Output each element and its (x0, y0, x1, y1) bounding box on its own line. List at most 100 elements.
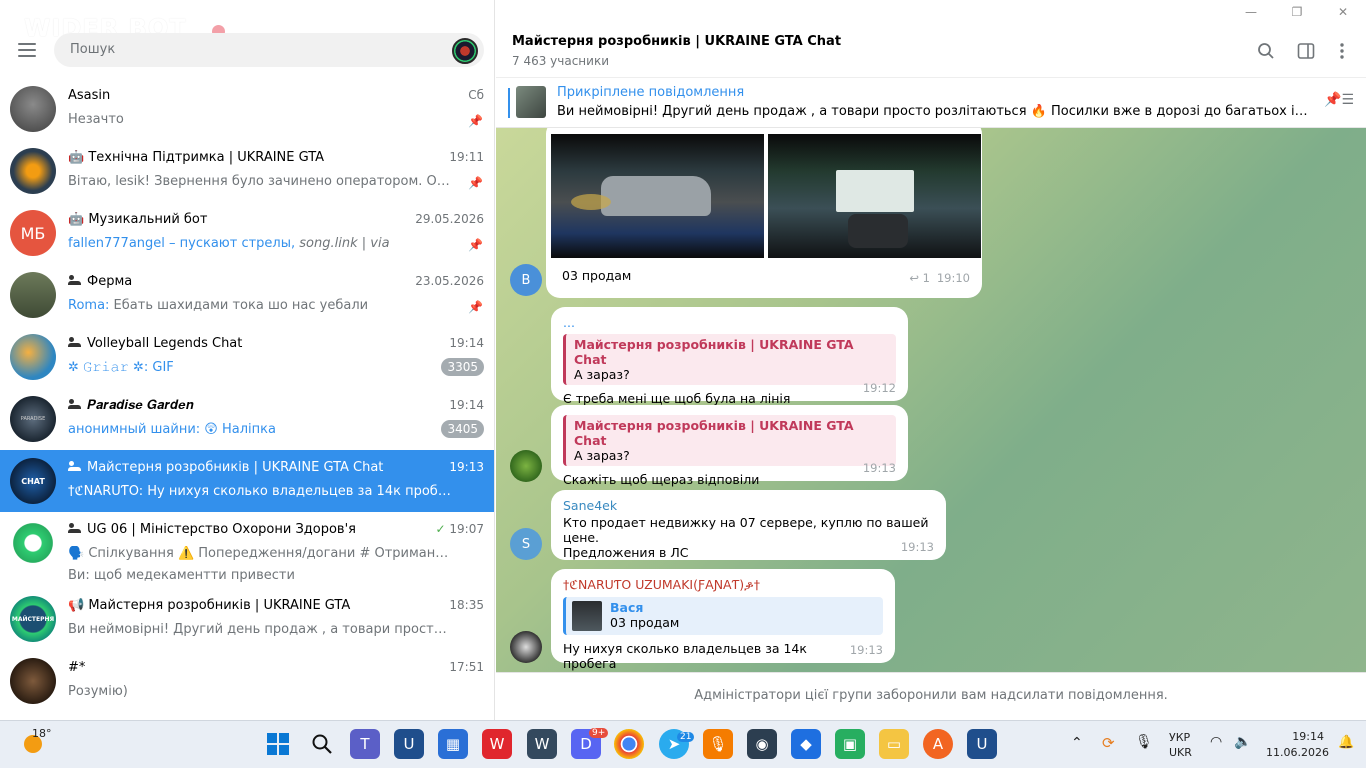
app-icon[interactable]: ▣ (835, 729, 865, 759)
language-indicator[interactable]: УКР UKR (1169, 730, 1192, 760)
avatar[interactable]: S (510, 528, 542, 560)
chat-item[interactable]: МАЙСТЕРНЯ 📢 Майстерня розробників | UKRA… (0, 588, 494, 650)
reply-quote[interactable]: Майстерня розробників | UKRAINE GTA Chat… (563, 334, 896, 385)
weather-temp: 18° (32, 727, 52, 740)
message-photo[interactable] (551, 134, 764, 258)
clock[interactable]: 19:14 11.06.2026 (1266, 729, 1329, 761)
microphone-icon[interactable]: 🎙 (1135, 734, 1153, 750)
message-time: 19:13 (900, 540, 934, 554)
teams-icon[interactable]: T (350, 729, 380, 759)
chat-preview: ✲ 𝙶𝚛𝚒𝚊𝚛 ✲: GIF (68, 360, 174, 375)
sender-name[interactable]: ... (563, 315, 896, 330)
file-explorer-icon[interactable]: ▭ (879, 729, 909, 759)
avatar[interactable] (510, 450, 542, 482)
reply-quote[interactable]: Вася 03 продам (563, 597, 883, 635)
roblox-icon[interactable]: ◆ (791, 729, 821, 759)
chrome-icon[interactable] (614, 729, 644, 759)
message-bubble[interactable]: 03 продам ↩ 1 19:10 (546, 128, 982, 298)
chat-time: 19:11 (449, 150, 484, 164)
search-icon[interactable] (307, 729, 337, 759)
reply-author: Майстерня розробників | UKRAINE GTA Chat (574, 418, 854, 448)
chat-time: 29.05.2026 (415, 212, 484, 226)
minimize-button[interactable]: — (1228, 0, 1274, 24)
avatar[interactable]: В (510, 264, 542, 296)
chat-item[interactable]: #* 17:51 Розумію) (0, 650, 494, 712)
chat-item-active[interactable]: CHAT Майстерня розробників | UKRAINE GTA… (0, 450, 494, 512)
volume-icon[interactable]: 🔈 (1234, 734, 1251, 750)
reply-text: 03 продам (610, 615, 680, 630)
chat-name: #* (68, 660, 86, 675)
chat-item[interactable]: Asasin Сб Незачто 📌 (0, 78, 494, 140)
avatar[interactable] (510, 631, 542, 663)
close-button[interactable]: ✕ (1320, 0, 1366, 24)
message-photo[interactable] (768, 134, 981, 258)
unread-badge: 3305 (441, 358, 484, 376)
menu-icon[interactable] (18, 43, 36, 57)
notification-icon[interactable]: 🔔 (1338, 735, 1354, 750)
avatar (10, 520, 56, 566)
chat-name: Asasin (68, 88, 111, 103)
reply-text: А зараз? (574, 367, 630, 382)
chat-item[interactable]: Ферма 23.05.2026 Roma: Ебать шахидами то… (0, 264, 494, 326)
sync-icon[interactable]: ⟳ (1102, 734, 1115, 752)
avast-icon[interactable]: A (923, 729, 953, 759)
chat-item[interactable]: UG 06 | Міністерство Охорони Здоров'я ✓ … (0, 512, 494, 588)
chat-name: 🤖 Музикальний бот (68, 212, 208, 227)
start-icon[interactable] (263, 729, 293, 759)
search-icon[interactable] (1256, 42, 1276, 62)
sidebar-toggle-icon[interactable] (1296, 42, 1316, 62)
message-text: 03 продам (562, 268, 632, 283)
chat-item[interactable]: МБ 🤖 Музикальний бот 29.05.2026 fallen77… (0, 202, 494, 264)
chat-time: 23.05.2026 (415, 274, 484, 288)
reply-count[interactable]: ↩ 1 (909, 271, 930, 285)
message-time: 19:12 (862, 381, 896, 395)
reply-thumbnail (572, 601, 602, 631)
microphone-app-icon[interactable]: 🎙 (703, 729, 733, 759)
pin-icon: 📌 (468, 300, 483, 314)
message-bubble[interactable]: ... Майстерня розробників | UKRAINE GTA … (551, 307, 908, 406)
wordpad-icon[interactable]: W (527, 729, 557, 759)
story-avatar[interactable] (452, 38, 478, 64)
wps-icon[interactable]: W (482, 729, 512, 759)
reply-author: Майстерня розробників | UKRAINE GTA Chat (574, 337, 854, 367)
chat-preview: Вітаю, lesik! Звернення було зачинено оп… (68, 174, 454, 189)
pinned-thumbnail (516, 86, 546, 118)
search-box[interactable] (54, 33, 484, 67)
message-text: Предложения в ЛС (563, 545, 689, 560)
pinned-title: Прикріплене повідомлення (557, 85, 745, 100)
chat-item[interactable]: PARADISE 𝑷𝒂𝒓𝒂𝒅𝒊𝒔𝒆 𝑮𝒂𝒓𝒅𝒆𝒏 19:14 анонимный… (0, 388, 494, 450)
chat-name: UG 06 | Міністерство Охорони Здоров'я (68, 522, 384, 537)
avatar (10, 658, 56, 704)
chat-header[interactable]: Майстерня розробників | UKRAINE GTA Chat… (496, 24, 1366, 78)
wifi-icon[interactable]: ◠ (1210, 734, 1222, 750)
reply-quote[interactable]: Майстерня розробників | UKRAINE GTA Chat… (563, 415, 896, 466)
message-bubble[interactable]: Майстерня розробників | UKRAINE GTA Chat… (551, 405, 908, 487)
chat-time: Сб (468, 88, 484, 102)
pinned-message-bar[interactable]: Прикріплене повідомлення Ви неймовірні! … (496, 78, 1366, 128)
avatar: МБ (10, 210, 56, 256)
more-options-icon[interactable] (1332, 42, 1352, 62)
maximize-button[interactable]: ❐ (1274, 0, 1320, 24)
message-text: Кто продает недвижку на 07 сервере, купл… (563, 515, 929, 545)
avatar (10, 148, 56, 194)
message-bubble[interactable]: Sane4ek Кто продает недвижку на 07 серве… (551, 490, 946, 560)
chat-preview: Незачто (68, 112, 124, 127)
chat-time: 19:14 (449, 336, 484, 350)
unpin-icon[interactable]: 📌☰ (1324, 92, 1354, 108)
chat-item[interactable]: 🤖 Технічна Підтримка | UKRAINE GTA 19:11… (0, 140, 494, 202)
app-icon[interactable]: U (394, 729, 424, 759)
sender-name[interactable]: †ℭNARUƬO UZUMAKI(ƑAƝAƬ)ቇ† (563, 577, 883, 593)
sender-name[interactable]: Sane4ek (563, 498, 934, 513)
app-icon[interactable]: U (967, 729, 997, 759)
avatar: CHAT (10, 458, 56, 504)
reply-text: А зараз? (574, 448, 630, 463)
robot-app-icon[interactable]: ◉ (747, 729, 777, 759)
chevron-up-icon[interactable]: ⌃ (1071, 735, 1083, 751)
group-icon (68, 337, 83, 347)
store-icon[interactable]: ▦ (438, 729, 468, 759)
chat-item[interactable]: Volleyball Legends Chat 19:14 ✲ 𝙶𝚛𝚒𝚊𝚛 ✲:… (0, 326, 494, 388)
message-time: 19:13 (849, 643, 883, 657)
message-bubble[interactable]: †ℭNARUƬO UZUMAKI(ƑAƝAƬ)ቇ† Вася 03 продам… (551, 569, 895, 671)
telegram-badge: 21 (677, 732, 695, 742)
search-input[interactable] (70, 42, 440, 57)
